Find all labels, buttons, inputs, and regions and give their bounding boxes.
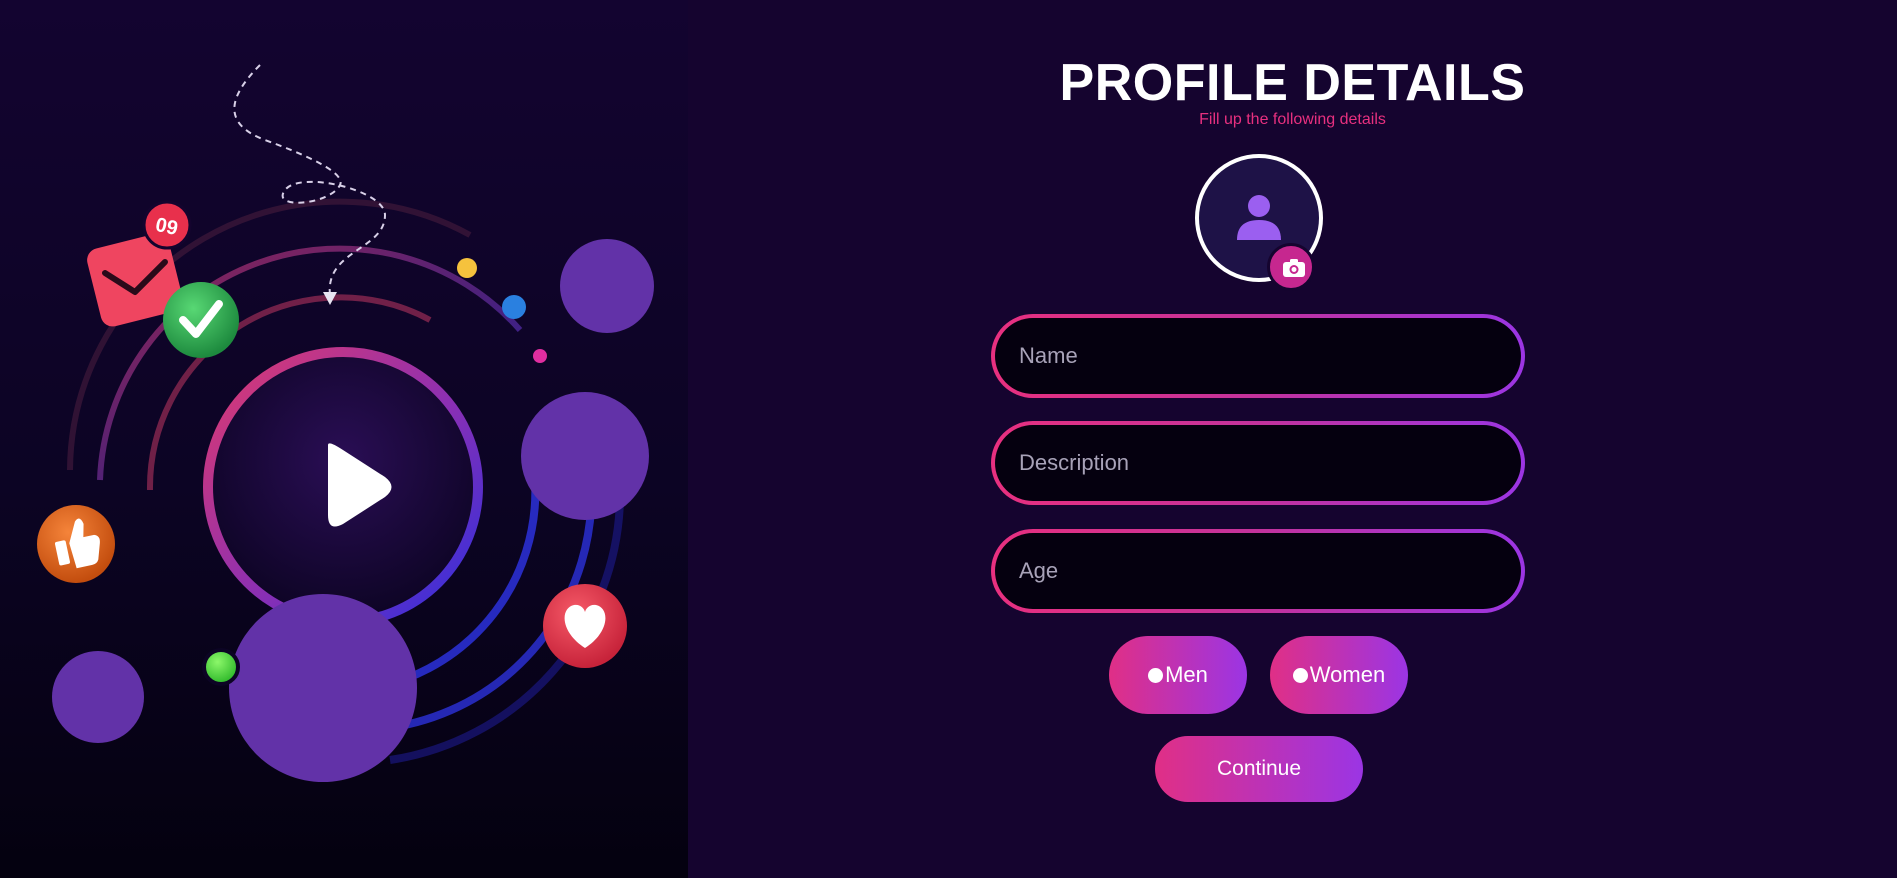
notification-badge: 09 [142, 200, 192, 250]
name-field-frame [991, 314, 1525, 398]
gender-women-label: Women [1309, 662, 1386, 687]
illustration: 09 [37, 64, 654, 782]
heart-icon [543, 584, 627, 668]
page-title: PROFILE DETAILS [1059, 54, 1526, 112]
blue-dot [502, 295, 526, 319]
radio-women[interactable] [1292, 667, 1308, 683]
user-icon [1237, 195, 1281, 240]
svg-text:09: 09 [153, 214, 179, 240]
radio-men[interactable] [1148, 667, 1164, 683]
camera-button[interactable] [1267, 243, 1315, 291]
purple-bubble [52, 651, 144, 743]
illustration-panel: 09 [0, 0, 688, 878]
continue-button[interactable]: Continue [1155, 736, 1363, 802]
description-input[interactable] [995, 425, 1521, 501]
name-input[interactable] [995, 318, 1521, 394]
green-dot [202, 648, 240, 686]
yellow-dot [457, 258, 477, 278]
description-field-frame [991, 421, 1525, 505]
purple-bubble [560, 239, 654, 333]
page-subtitle: Fill up the following details [1199, 111, 1386, 128]
age-input[interactable] [995, 533, 1521, 609]
gender-men-option[interactable]: Men [1109, 636, 1247, 714]
age-field-frame [991, 529, 1525, 613]
pink-dot [533, 349, 547, 363]
profile-form: PROFILE DETAILS Fill up the following de… [688, 0, 1897, 878]
purple-bubble [521, 392, 649, 520]
thumbs-up-icon [37, 505, 115, 583]
camera-icon [1283, 259, 1305, 277]
purple-bubble [229, 594, 417, 782]
gender-women-option[interactable]: Women [1270, 636, 1408, 714]
gender-men-label: Men [1165, 662, 1208, 687]
check-icon [163, 282, 239, 358]
